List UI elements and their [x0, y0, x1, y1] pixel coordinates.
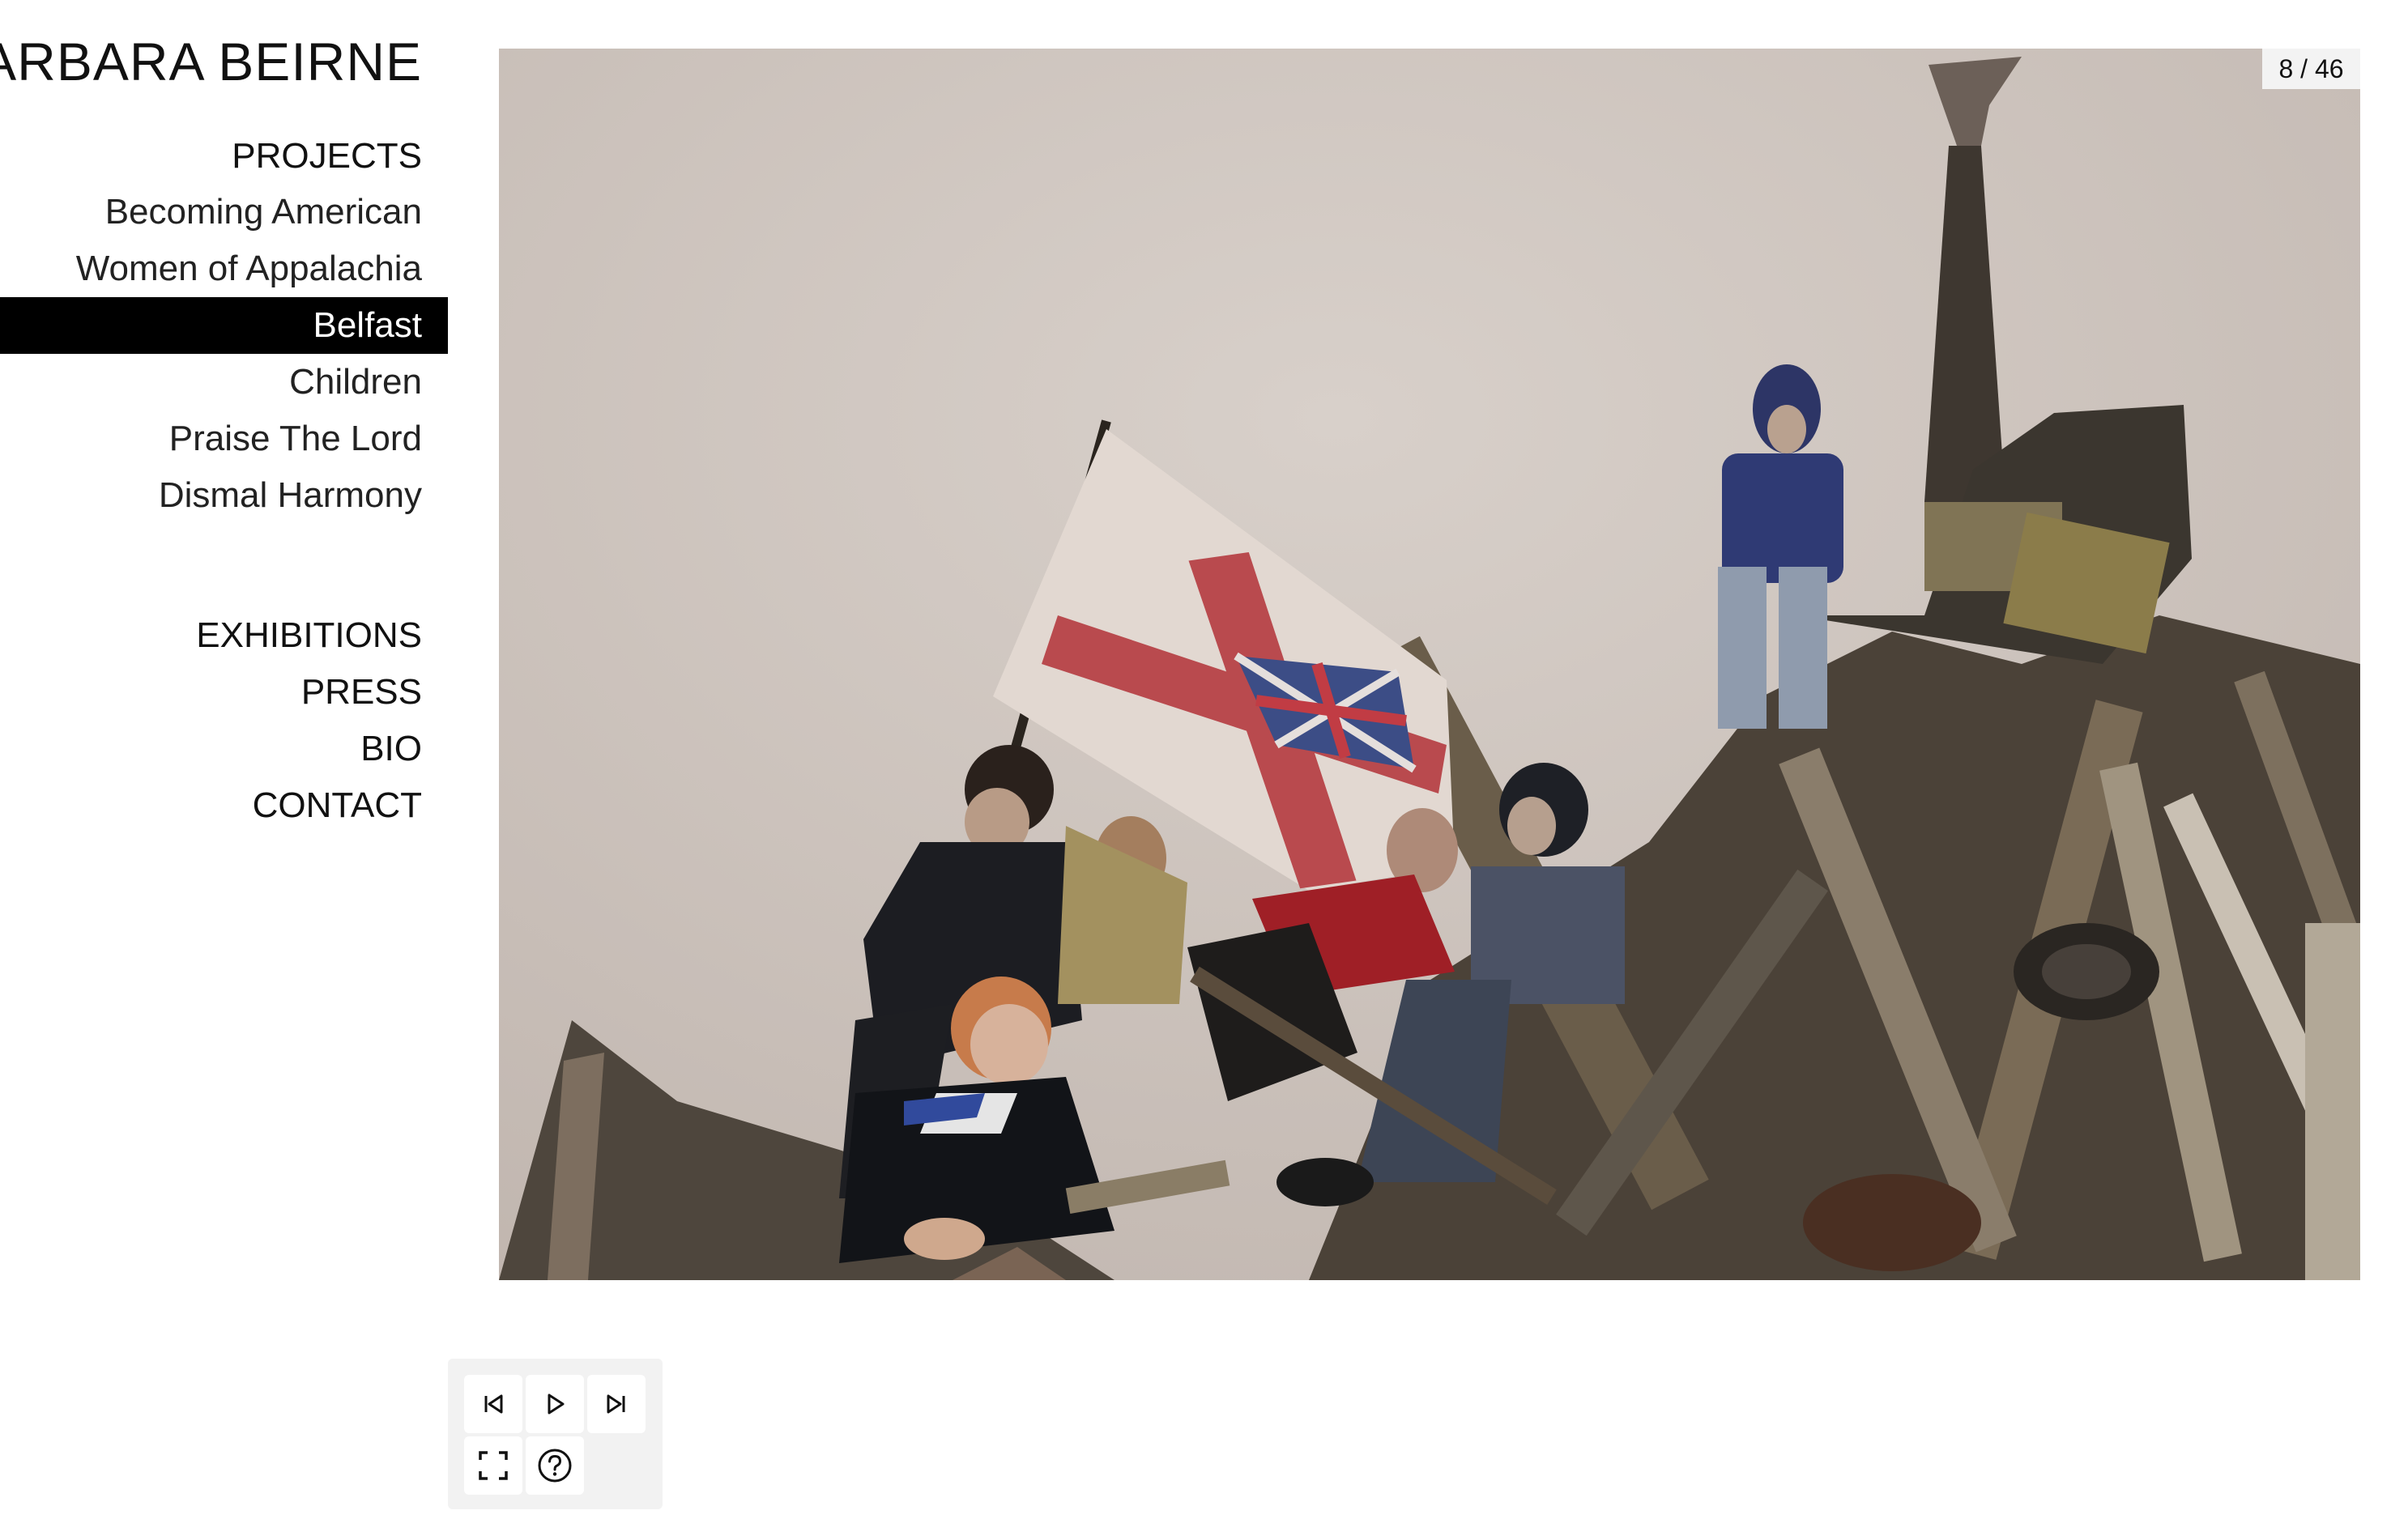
project-item-dismal-harmony[interactable]: Dismal Harmony: [0, 467, 448, 524]
fullscreen-icon: [479, 1451, 508, 1480]
slide-counter-text: 8 / 46: [2278, 54, 2344, 83]
nav-projects-heading[interactable]: PROJECTS: [232, 128, 422, 185]
skip-next-icon: [607, 1394, 625, 1414]
slideshow-controls: [448, 1359, 663, 1509]
nav-link-bio[interactable]: BIO: [0, 721, 448, 777]
project-item-belfast[interactable]: Belfast: [0, 297, 448, 354]
project-item-praise-the-lord[interactable]: Praise The Lord: [0, 411, 448, 467]
skip-previous-icon: [484, 1394, 503, 1414]
fullscreen-button[interactable]: [464, 1436, 522, 1495]
play-icon: [548, 1393, 565, 1415]
site-title[interactable]: BARBARA BEIRNE: [0, 31, 422, 92]
help-icon: [538, 1449, 572, 1483]
sidebar: BARBARA BEIRNE PROJECTS Becoming America…: [0, 0, 448, 1536]
project-item-becoming-american[interactable]: Becoming American: [0, 184, 448, 240]
help-button[interactable]: [526, 1436, 584, 1495]
photo-illustration: [499, 49, 2360, 1280]
page-links: EXHIBITIONS PRESS BIO CONTACT: [0, 607, 448, 834]
project-item-women-of-appalachia[interactable]: Women of Appalachia: [0, 240, 448, 297]
slideshow-photo[interactable]: [499, 49, 2360, 1280]
project-item-children[interactable]: Children: [0, 354, 448, 411]
play-button[interactable]: [526, 1375, 584, 1433]
slide-counter: 8 / 46: [2262, 49, 2360, 89]
nav-link-press[interactable]: PRESS: [0, 664, 448, 721]
previous-button[interactable]: [464, 1375, 522, 1433]
nav-link-exhibitions[interactable]: EXHIBITIONS: [0, 607, 448, 664]
next-button[interactable]: [587, 1375, 646, 1433]
project-list: Becoming American Women of Appalachia Be…: [0, 184, 448, 524]
nav-link-contact[interactable]: CONTACT: [0, 777, 448, 834]
